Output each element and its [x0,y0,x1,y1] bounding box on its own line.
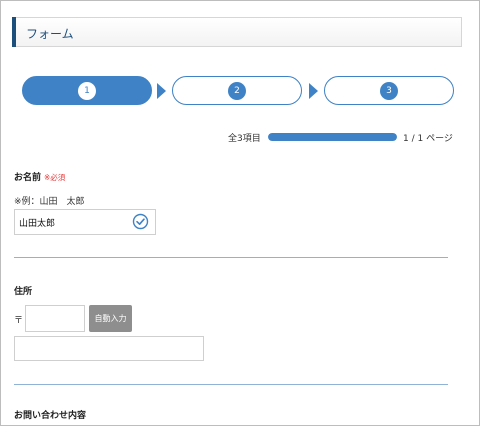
step-2[interactable]: 2 [172,76,302,105]
section-divider [14,384,448,385]
step-number: 2 [228,81,246,100]
name-example-hint: ※例：山田 太郎 [14,197,85,207]
required-badge: ※必須 [44,173,66,182]
step-3[interactable]: 3 [324,76,454,105]
name-field-label: お名前 ※必須 [14,170,65,183]
progress-page-label: 1 / 1 ページ [403,134,453,144]
progress-total-label: 全3項目 [228,134,261,144]
address-field-label: 住所 [14,287,33,297]
step-number: 3 [380,81,398,100]
step-indicator: 1 2 3 [0,76,480,106]
step-1[interactable]: 1 [22,76,152,105]
name-label-text: お名前 [14,173,42,183]
check-circle-icon [132,213,149,230]
progress-bar [268,133,397,141]
inquiry-field-label: お問い合わせ内容 [14,411,87,421]
step-number: 1 [78,81,96,100]
address-input[interactable] [14,336,204,361]
postal-mark: 〒 [14,316,24,326]
step-arrow-icon [157,83,166,99]
auto-fill-address-button[interactable]: 自動入力 [89,305,132,332]
progress-bar-fill [268,133,397,141]
page-title: フォーム [26,27,74,41]
section-divider [14,257,448,258]
form-header: フォーム [12,17,462,47]
header-accent-bar [12,17,16,47]
postal-code-input[interactable] [25,305,85,332]
step-arrow-icon [309,83,318,99]
